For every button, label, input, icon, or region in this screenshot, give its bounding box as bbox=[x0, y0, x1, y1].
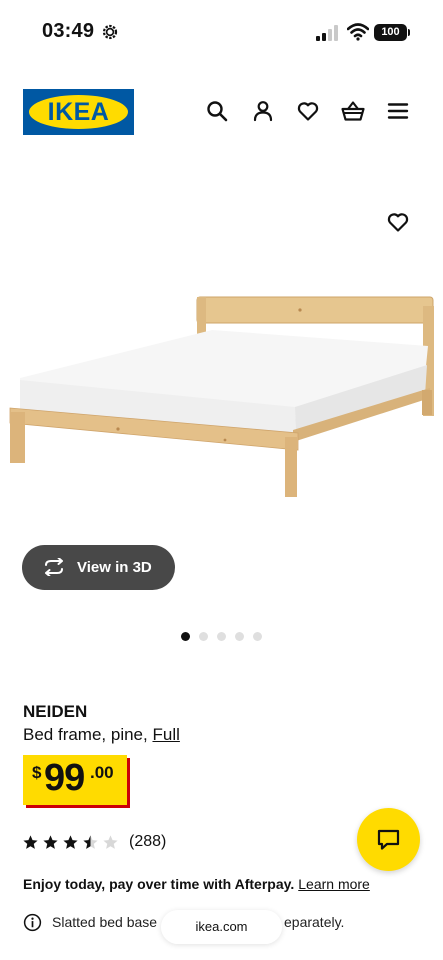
menu-icon[interactable] bbox=[386, 99, 410, 123]
price-tag: $ 99 .00 bbox=[23, 755, 127, 805]
view-in-3d-button[interactable]: View in 3D bbox=[22, 545, 175, 590]
info-icon bbox=[23, 913, 42, 932]
logo-text: IKEA bbox=[47, 98, 110, 126]
product-description-text: Bed frame, pine, bbox=[23, 725, 148, 744]
search-icon[interactable] bbox=[205, 99, 229, 123]
basket-icon[interactable] bbox=[341, 99, 365, 123]
ikea-logo[interactable]: IKEA bbox=[23, 89, 134, 135]
star-empty-icon bbox=[103, 835, 118, 849]
star-full-icon bbox=[63, 835, 78, 849]
image-carousel-dots bbox=[181, 632, 271, 642]
add-to-favourites-icon[interactable] bbox=[386, 210, 410, 234]
rotate-3d-icon bbox=[45, 558, 63, 576]
browser-url-bar[interactable]: ikea.com bbox=[161, 910, 282, 944]
star-full-icon bbox=[43, 835, 58, 849]
heart-icon[interactable] bbox=[296, 99, 320, 123]
wifi-icon bbox=[347, 23, 369, 41]
cellular-signal-icon bbox=[316, 25, 338, 41]
price-cents: .00 bbox=[90, 763, 114, 782]
product-name: NEIDEN bbox=[23, 702, 88, 721]
carousel-dot[interactable] bbox=[253, 632, 262, 641]
info-text-left: Slatted bed base bbox=[52, 914, 158, 930]
carousel-dot[interactable] bbox=[217, 632, 226, 641]
afterpay-message: Enjoy today, pay over time with Afterpay… bbox=[23, 876, 370, 892]
info-text-right: eparately. bbox=[284, 914, 345, 930]
star-half-icon bbox=[83, 835, 98, 849]
chat-bubble-icon bbox=[377, 829, 400, 850]
price-whole: 99 bbox=[44, 757, 85, 799]
rating-count[interactable]: (288) bbox=[129, 833, 166, 851]
learn-more-link[interactable]: Learn more bbox=[298, 876, 370, 892]
star-full-icon bbox=[23, 835, 38, 849]
product-image[interactable] bbox=[0, 150, 443, 590]
site-header: IKEA bbox=[0, 88, 443, 136]
account-icon[interactable] bbox=[251, 99, 275, 123]
product-size-link[interactable]: Full bbox=[152, 725, 179, 744]
carousel-dot[interactable] bbox=[181, 632, 190, 641]
carousel-dot[interactable] bbox=[235, 632, 244, 641]
carousel-dot[interactable] bbox=[199, 632, 208, 641]
battery-indicator: 100 bbox=[374, 24, 410, 41]
product-description: Bed frame, pine, Full bbox=[23, 725, 180, 745]
view-in-3d-label: View in 3D bbox=[77, 559, 152, 576]
afterpay-text: Enjoy today, pay over time with Afterpay… bbox=[23, 876, 295, 892]
chat-button[interactable] bbox=[357, 808, 420, 871]
status-time: 03:49 bbox=[42, 20, 95, 42]
rating-stars[interactable] bbox=[22, 834, 122, 852]
status-bar: 03:49 100 bbox=[0, 0, 443, 64]
settings-gear-icon bbox=[102, 24, 118, 40]
price-currency: $ bbox=[32, 763, 42, 782]
